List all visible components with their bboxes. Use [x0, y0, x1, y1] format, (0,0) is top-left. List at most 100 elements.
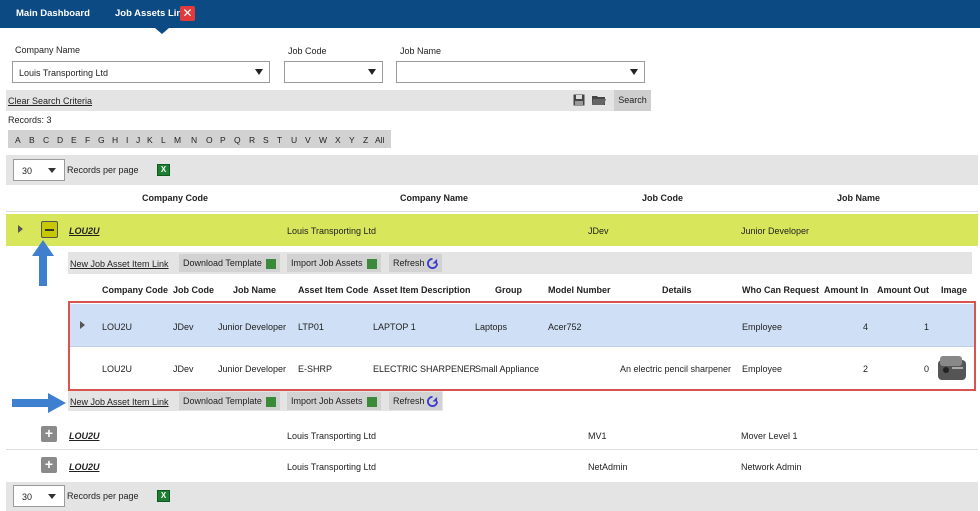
refresh-icon [427, 396, 439, 408]
tab-main-dashboard[interactable]: Main Dashboard [16, 8, 90, 19]
job-code-select[interactable] [284, 61, 383, 83]
sub-header-amount-out[interactable]: Amount Out [877, 285, 929, 295]
top-nav: Main Dashboard Job Assets Link ✕ [0, 0, 980, 28]
alpha-letter[interactable]: Q [234, 135, 241, 145]
company-code-link[interactable]: LOU2U [69, 226, 100, 236]
sub-header-job-name[interactable]: Job Name [233, 285, 276, 295]
alpha-letter[interactable]: B [29, 135, 35, 145]
arrow-up-icon [32, 240, 54, 286]
table-row[interactable]: + LOU2U Louis Transporting Ltd NetAdmin … [6, 451, 978, 481]
job-name-cell: Mover Level 1 [741, 431, 798, 441]
company-code-link[interactable]: LOU2U [69, 431, 100, 441]
alpha-letter[interactable]: D [57, 135, 63, 145]
header-company-name[interactable]: Company Name [400, 193, 468, 203]
per-page-select[interactable]: 30 [13, 159, 65, 181]
alpha-letter[interactable]: C [43, 135, 49, 145]
download-template-button[interactable]: Download Template [179, 254, 281, 272]
save-icon[interactable] [573, 94, 585, 106]
close-tab-icon[interactable]: ✕ [180, 6, 195, 21]
import-label: Import Job Assets [291, 258, 363, 268]
job-name-select[interactable] [396, 61, 645, 83]
sub-toolbar-bottom: New Job Asset Item Link Download Templat… [68, 391, 443, 411]
download-template-label: Download Template [183, 396, 262, 406]
sub-header-group[interactable]: Group [495, 285, 522, 295]
folder-icon[interactable] [592, 94, 606, 106]
refresh-button[interactable]: Refresh [389, 392, 443, 410]
company-name-select[interactable]: Louis Transporting Ltd [12, 61, 270, 83]
pager-bottom: 30 Records per page X [6, 482, 978, 511]
main-table-header: Company Code Company Name Job Code Job N… [6, 185, 978, 212]
company-name-cell: Louis Transporting Ltd [287, 462, 377, 472]
alpha-letter[interactable]: J [136, 135, 140, 145]
collapse-icon[interactable] [41, 221, 58, 238]
alpha-all[interactable]: All [375, 135, 384, 145]
alpha-letter[interactable]: H [112, 135, 118, 145]
new-job-asset-link[interactable]: New Job Asset Item Link [70, 397, 169, 407]
alpha-letter[interactable]: K [147, 135, 153, 145]
search-button[interactable]: Search [614, 90, 651, 111]
sub-table-header: Company Code Job Code Job Name Asset Ite… [68, 280, 976, 300]
sub-header-asset-desc[interactable]: Asset Item Description [373, 285, 471, 295]
download-template-button[interactable]: Download Template [179, 392, 281, 410]
tab-job-assets-link[interactable]: Job Assets Link [115, 8, 188, 19]
alpha-letter[interactable]: A [15, 135, 21, 145]
table-row[interactable]: + LOU2U Louis Transporting Ltd MV1 Mover… [6, 420, 978, 450]
refresh-button[interactable]: Refresh [389, 254, 443, 272]
alpha-letter[interactable]: O [206, 135, 213, 145]
expand-icon[interactable]: + [41, 426, 57, 442]
new-job-asset-link[interactable]: New Job Asset Item Link [70, 259, 169, 269]
alpha-letter[interactable]: R [249, 135, 255, 145]
sub-header-details[interactable]: Details [662, 285, 692, 295]
alpha-letter[interactable]: Z [363, 135, 368, 145]
excel-export-icon[interactable]: X [157, 490, 170, 502]
sub-header-amount-in[interactable]: Amount In [824, 285, 869, 295]
header-company-code[interactable]: Company Code [142, 193, 208, 203]
alpha-letter[interactable]: N [191, 135, 197, 145]
alpha-letter[interactable]: F [85, 135, 90, 145]
row-pointer-icon [18, 225, 23, 233]
alpha-letter[interactable]: I [126, 135, 128, 145]
alpha-letter[interactable]: M [174, 135, 181, 145]
per-page-label: Records per page [67, 491, 139, 501]
expand-icon[interactable]: + [41, 457, 57, 473]
sub-header-company-code[interactable]: Company Code [102, 285, 168, 295]
clear-search-link[interactable]: Clear Search Criteria [8, 96, 92, 106]
alpha-letter[interactable]: Y [349, 135, 355, 145]
per-page-select[interactable]: 30 [13, 485, 65, 507]
refresh-label: Refresh [393, 258, 425, 268]
import-job-assets-button[interactable]: Import Job Assets [287, 254, 382, 272]
sub-header-who[interactable]: Who Can Request [742, 285, 819, 295]
pager-top: 30 Records per page X [6, 155, 978, 185]
excel-import-icon [367, 258, 378, 269]
alpha-letter[interactable]: X [335, 135, 341, 145]
job-code-cell: NetAdmin [588, 462, 628, 472]
header-job-name[interactable]: Job Name [837, 193, 880, 203]
table-row[interactable]: LOU2U Louis Transporting Ltd JDev Junior… [6, 214, 978, 246]
alpha-letter[interactable]: W [319, 135, 327, 145]
alpha-letter[interactable]: U [291, 135, 297, 145]
alpha-letter[interactable]: S [263, 135, 269, 145]
job-code-cell: MV1 [588, 431, 607, 441]
excel-import-icon [367, 396, 378, 407]
sub-header-image[interactable]: Image [941, 285, 967, 295]
sub-header-asset-code[interactable]: Asset Item Code [298, 285, 369, 295]
per-page-value: 30 [22, 492, 33, 502]
import-job-assets-button[interactable]: Import Job Assets [287, 392, 382, 410]
alpha-letter[interactable]: L [161, 135, 166, 145]
per-page-value: 30 [22, 166, 33, 176]
alpha-letter[interactable]: P [220, 135, 226, 145]
sub-header-job-code[interactable]: Job Code [173, 285, 214, 295]
alpha-letter[interactable]: T [277, 135, 282, 145]
alpha-letter[interactable]: G [98, 135, 105, 145]
header-job-code[interactable]: Job Code [642, 193, 683, 203]
job-code-label: Job Code [288, 46, 327, 56]
excel-export-icon[interactable]: X [157, 164, 170, 176]
chevron-down-icon [48, 494, 56, 499]
alphabet-filter: A B C D E F G H I J K L M N O P Q R S T … [8, 130, 391, 148]
sub-toolbar-top: New Job Asset Item Link Download Templat… [68, 252, 972, 274]
alpha-letter[interactable]: V [305, 135, 311, 145]
sub-header-model[interactable]: Model Number [548, 285, 611, 295]
download-template-label: Download Template [183, 258, 262, 268]
company-code-link[interactable]: LOU2U [69, 462, 100, 472]
alpha-letter[interactable]: E [71, 135, 77, 145]
